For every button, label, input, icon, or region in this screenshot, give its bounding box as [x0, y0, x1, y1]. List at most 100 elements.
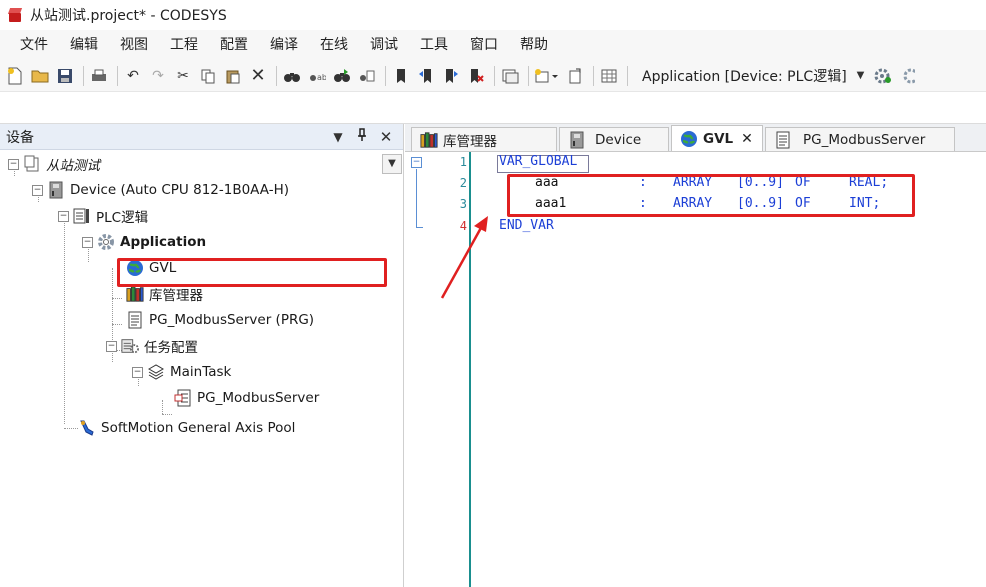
globe-icon	[680, 130, 698, 148]
plc-logic-icon	[73, 207, 91, 225]
collapse-toggle[interactable]: −	[32, 184, 43, 196]
undo-icon[interactable]: ↶	[122, 65, 144, 87]
redo-icon[interactable]: ↷	[147, 65, 169, 87]
collapse-toggle[interactable]: −	[82, 236, 93, 248]
tab-device[interactable]: Device	[559, 127, 669, 151]
menu-view[interactable]: 视图	[110, 32, 158, 58]
add-object-icon[interactable]	[533, 65, 561, 87]
next-bookmark-icon[interactable]	[440, 65, 462, 87]
build-gear-icon[interactable]	[872, 65, 894, 87]
library-icon	[420, 131, 438, 149]
replace-icon[interactable]: ab	[306, 65, 328, 87]
toolbar-separator	[494, 65, 495, 86]
application-gear-icon	[97, 233, 115, 251]
tree-item-project[interactable]: − 从站测试	[8, 152, 100, 176]
title-bar: 从站测试.project* - CODESYS	[0, 0, 986, 30]
axis-pool-icon	[78, 419, 96, 437]
tree-item-pg-modbusserver-call[interactable]: PG_ModbusServer	[174, 386, 319, 410]
cut-icon[interactable]: ✂	[172, 65, 194, 87]
menu-configure[interactable]: 配置	[210, 32, 258, 58]
properties-icon[interactable]	[564, 65, 586, 87]
find-replace-icon[interactable]	[356, 65, 378, 87]
main-toolbar: ↶ ↷ ✂ ✕ ab Application [Device: PLC逻辑] ▼	[0, 60, 986, 92]
program-call-icon	[174, 389, 192, 407]
collapse-toggle[interactable]: −	[58, 210, 69, 222]
grid-view-icon[interactable]	[598, 65, 620, 87]
tree-connector	[162, 400, 163, 414]
tree-connector	[64, 214, 65, 424]
tree-item-label: Device (Auto CPU 812-1B0AA-H)	[70, 182, 290, 198]
program-icon	[126, 311, 144, 329]
tree-item-plc-logic[interactable]: − PLC逻辑	[58, 204, 148, 228]
active-application-select[interactable]: Application [Device: PLC逻辑] ▼	[638, 64, 868, 88]
code-editor[interactable]: − 1 2 3 4 VAR_GLOBAL aaa: ARRAY [0..9] OF RE…	[405, 152, 986, 587]
menu-debug[interactable]: 调试	[360, 32, 408, 58]
prev-bookmark-icon[interactable]	[415, 65, 437, 87]
tree-item-device[interactable]: − Device (Auto CPU 812-1B0AA-H)	[32, 178, 289, 202]
close-tab-icon[interactable]: ✕	[741, 131, 753, 147]
menu-edit[interactable]: 编辑	[60, 32, 108, 58]
tab-library-manager[interactable]: 库管理器	[411, 127, 557, 151]
paste-icon[interactable]	[222, 65, 244, 87]
collapse-toggle[interactable]: −	[106, 340, 117, 352]
bookmark-icon[interactable]	[390, 65, 412, 87]
project-icon	[23, 155, 41, 173]
find-icon[interactable]	[281, 65, 303, 87]
tree-item-softmotion-axis-pool[interactable]: SoftMotion General Axis Pool	[78, 416, 295, 440]
svg-text:ab: ab	[317, 73, 326, 82]
menu-help[interactable]: 帮助	[510, 32, 558, 58]
tree-item-pg-modbusserver-prg[interactable]: PG_ModbusServer (PRG)	[126, 308, 314, 332]
menu-project[interactable]: 工程	[160, 32, 208, 58]
new-file-icon[interactable]	[4, 65, 26, 87]
tree-connector	[112, 324, 122, 325]
fold-line	[416, 169, 417, 227]
tree-item-label: SoftMotion General Axis Pool	[101, 420, 296, 436]
panel-menu-chevron-icon[interactable]: ▼	[329, 130, 347, 144]
chevron-down-icon[interactable]: ▼	[857, 70, 865, 81]
save-icon[interactable]	[54, 65, 76, 87]
tree-dropdown-button[interactable]: ▼	[382, 154, 402, 174]
collapse-toggle[interactable]: −	[8, 158, 19, 170]
fold-gutter: −	[405, 152, 425, 587]
menu-online[interactable]: 在线	[310, 32, 358, 58]
menu-build[interactable]: 编译	[260, 32, 308, 58]
devices-panel: 设备 ▼ ✕ ▼ − 从站测试 − Device (Auto CPU 812-1…	[0, 124, 404, 587]
toolbar-separator	[528, 65, 529, 86]
tab-pg-modbusserver[interactable]: PG_ModbusServer	[765, 127, 955, 151]
pages-icon[interactable]	[499, 65, 521, 87]
menu-tools[interactable]: 工具	[410, 32, 458, 58]
print-icon[interactable]	[88, 65, 110, 87]
menu-file[interactable]: 文件	[10, 32, 58, 58]
tree-item-application[interactable]: − Application	[82, 230, 206, 254]
tree-item-label: PG_ModbusServer (PRG)	[149, 312, 315, 328]
tree-item-label: 库管理器	[149, 288, 203, 304]
tab-label: 库管理器	[443, 133, 497, 150]
find-next-icon[interactable]	[331, 65, 353, 87]
tree-item-label: 从站测试	[46, 158, 100, 174]
tree-connector	[64, 428, 78, 429]
tree-item-task-config[interactable]: − 任务配置	[106, 334, 198, 358]
clear-bookmarks-icon[interactable]	[465, 65, 487, 87]
editor-area: 库管理器 Device GVL ✕ PG_ModbusServer − 1 2 …	[405, 124, 986, 587]
settings-gear-icon[interactable]	[897, 65, 919, 87]
collapse-toggle[interactable]: −	[132, 366, 143, 378]
pin-icon[interactable]	[353, 128, 371, 145]
tree-item-maintask[interactable]: − MainTask	[132, 360, 231, 384]
device-icon	[568, 131, 586, 149]
tree-connector	[162, 414, 172, 415]
copy-icon[interactable]	[197, 65, 219, 87]
delete-icon[interactable]: ✕	[247, 65, 269, 87]
line-number: 2	[459, 176, 467, 190]
device-icon	[47, 181, 65, 199]
window-title: 从站测试.project* - CODESYS	[30, 8, 227, 24]
declarations-highlight-box	[507, 174, 915, 217]
fold-toggle-icon[interactable]: −	[411, 157, 422, 168]
tab-label: GVL	[703, 130, 734, 147]
devices-panel-header: 设备 ▼ ✕	[0, 124, 403, 150]
menu-bar: 文件 编辑 视图 工程 配置 编译 在线 调试 工具 窗口 帮助	[0, 30, 986, 60]
close-panel-icon[interactable]: ✕	[377, 128, 395, 146]
menu-window[interactable]: 窗口	[460, 32, 508, 58]
open-folder-icon[interactable]	[29, 65, 51, 87]
task-config-icon	[121, 337, 139, 355]
tab-gvl[interactable]: GVL ✕	[671, 125, 763, 151]
